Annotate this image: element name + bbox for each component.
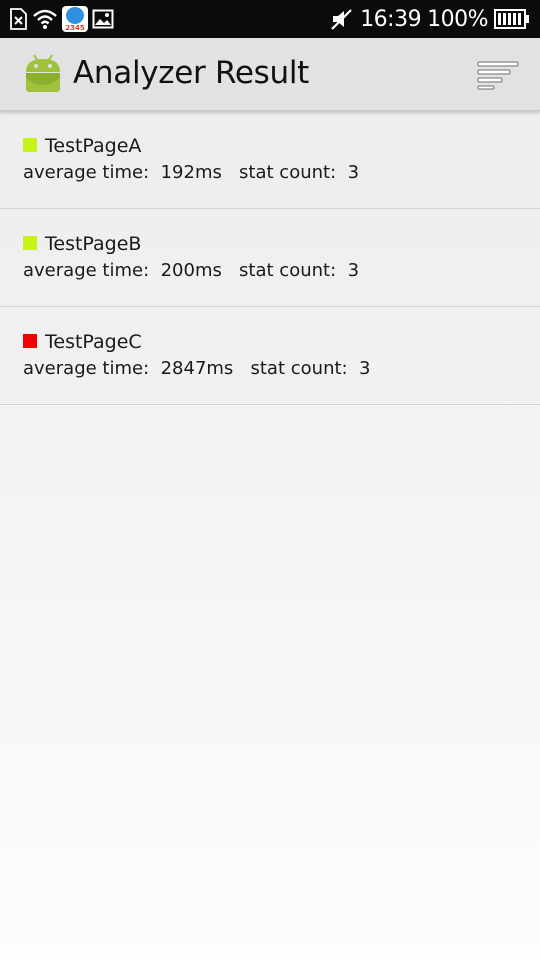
android-icon: [26, 54, 60, 92]
sim-error-icon: [10, 8, 27, 30]
status-color-swatch: [23, 236, 37, 250]
status-bar: 2345 16:39 100%: [0, 0, 540, 38]
stats-line: average time: 192ms stat count: 3: [23, 162, 359, 183]
page-name: TestPageC: [45, 331, 142, 353]
app-notification-icon: 2345: [62, 6, 88, 32]
mute-icon: [331, 9, 352, 30]
wifi-icon: [33, 9, 57, 29]
app-badge-text: 2345: [65, 24, 85, 32]
app-mascot-icon: [66, 7, 84, 24]
average-time-label: average time:: [23, 162, 150, 183]
stat-count-label: stat count:: [239, 162, 337, 183]
sort-menu-icon[interactable]: [476, 60, 520, 90]
status-color-swatch: [23, 334, 37, 348]
page-name: TestPageB: [45, 233, 142, 255]
average-time-value: 2847ms: [160, 358, 234, 379]
average-time-value: 192ms: [160, 162, 222, 183]
stats-line: average time: 200ms stat count: 3: [23, 260, 359, 281]
stat-count-value: 3: [347, 162, 360, 183]
status-color-swatch: [23, 138, 37, 152]
battery-percent: 100%: [427, 6, 488, 32]
stat-count-label: stat count:: [239, 260, 337, 281]
result-list: TestPageA average time: 192ms stat count…: [0, 111, 540, 405]
notification-icons: 2345: [8, 5, 114, 33]
average-time-label: average time:: [23, 358, 150, 379]
stat-count-value: 3: [359, 358, 371, 379]
average-time-label: average time:: [23, 260, 150, 281]
status-time: 16:39: [360, 6, 422, 32]
stat-count-value: 3: [347, 260, 360, 281]
list-item[interactable]: TestPageC average time: 2847ms stat coun…: [0, 307, 540, 405]
page-title: Analyzer Result: [73, 55, 310, 91]
average-time-value: 200ms: [160, 260, 222, 281]
battery-icon: [494, 9, 529, 29]
list-item[interactable]: TestPageA average time: 192ms stat count…: [0, 111, 540, 209]
app-bar: Analyzer Result: [0, 38, 540, 111]
stats-line: average time: 2847ms stat count: 3: [23, 358, 371, 379]
status-right: 16:39 100%: [330, 0, 530, 38]
image-icon: [92, 9, 114, 29]
list-item[interactable]: TestPageB average time: 200ms stat count…: [0, 209, 540, 307]
stat-count-label: stat count:: [250, 358, 348, 379]
page-name: TestPageA: [45, 135, 142, 157]
